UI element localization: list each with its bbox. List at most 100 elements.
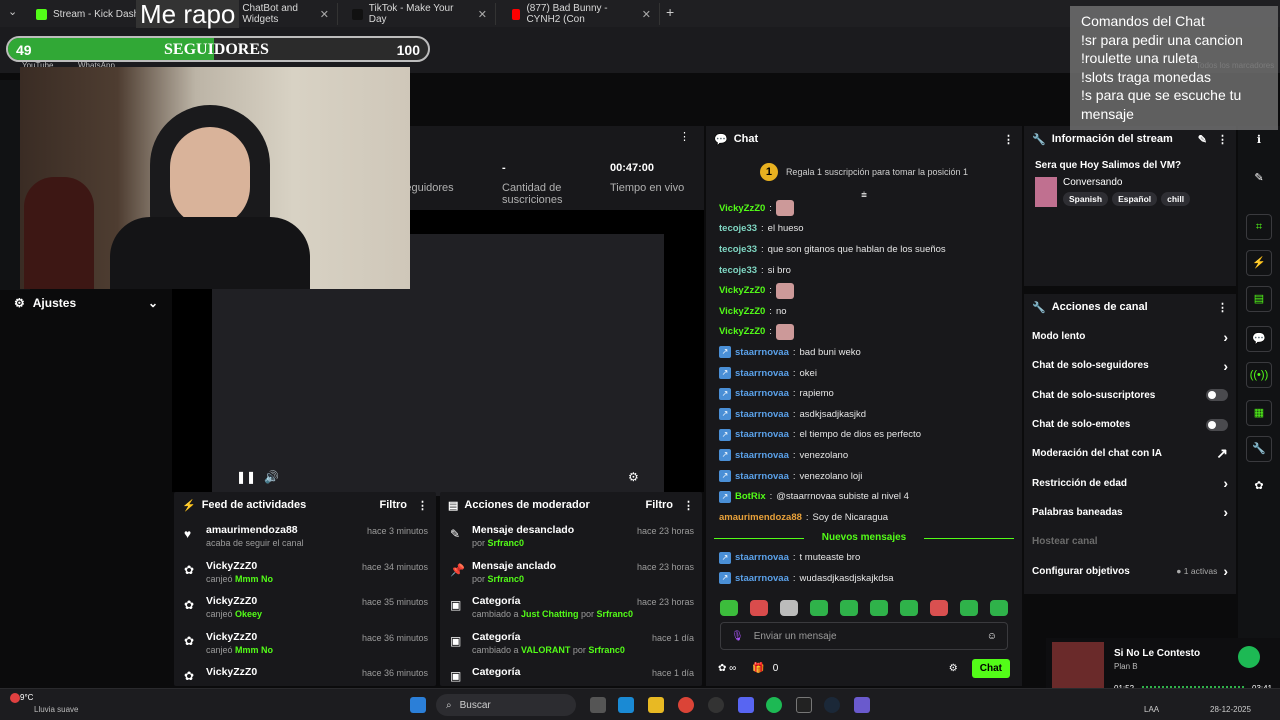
chat-message[interactable]: tecoje33: el hueso xyxy=(706,219,1022,240)
feed-row[interactable]: ♥ amaurimendoza88 acaba de seguir el canal… xyxy=(174,518,436,554)
channel-action-row[interactable]: Chat de solo-seguidores › xyxy=(1024,351,1236,380)
feed-filter-button[interactable]: Filtro xyxy=(380,499,408,511)
new-tab-icon[interactable]: + xyxy=(666,4,674,20)
gift-icon[interactable]: 🎁 xyxy=(752,663,764,674)
chat-username[interactable]: staarrnovaa xyxy=(735,368,789,379)
close-icon[interactable]: ✕ xyxy=(478,8,487,21)
chat-settings-icon[interactable]: ⚙ xyxy=(949,663,958,674)
file-explorer-icon[interactable] xyxy=(590,697,606,713)
chat-message[interactable]: VickyZzZ0: xyxy=(706,280,1022,301)
chat-bubble-icon[interactable]: 💬 xyxy=(1246,326,1272,352)
chat-message[interactable]: VickyZzZ0: no xyxy=(706,301,1022,322)
channel-action-row[interactable]: Chat de solo-emotes xyxy=(1024,410,1236,439)
emote-button[interactable] xyxy=(780,600,798,616)
chat-message[interactable]: ↗ staarrnovaa: bad buni weko xyxy=(706,342,1022,363)
chat-username[interactable]: tecoje33 xyxy=(719,223,757,234)
more-icon[interactable]: ⋮ xyxy=(1217,301,1228,314)
layout-icon[interactable]: ▦ xyxy=(1246,400,1272,426)
chat-username[interactable]: staarrnovaa xyxy=(735,429,789,440)
mod-action-value[interactable]: Srfranc0 xyxy=(488,538,525,548)
chat-username[interactable]: staarrnovaa xyxy=(735,573,789,584)
chat-message[interactable]: ↗ staarrnovaa: venezolano xyxy=(706,445,1022,466)
emote-button[interactable] xyxy=(990,600,1008,616)
chat-username[interactable]: staarrnovaa xyxy=(735,347,789,358)
channel-action-row[interactable]: Modo lento › xyxy=(1024,322,1236,351)
mod-action-row[interactable]: 📌 Mensaje anclado por Srfranc0 hace 23 hora… xyxy=(440,554,702,590)
channel-action-row[interactable]: Configurar objetivos ● 1 activas › xyxy=(1024,556,1236,585)
chat-message[interactable]: ↗ staarrnovaa: t muteaste bro xyxy=(706,548,1022,569)
volume-icon[interactable]: 🔊 xyxy=(264,470,279,484)
more-icon[interactable]: ⋮ xyxy=(1217,133,1228,146)
toggle-switch[interactable] xyxy=(1206,418,1228,431)
edge-icon[interactable] xyxy=(618,697,634,713)
emote-button[interactable] xyxy=(870,600,888,616)
input-language[interactable]: LAA xyxy=(1144,705,1159,714)
mic-icon[interactable]: 🎙 xyxy=(731,631,744,642)
tag-chip[interactable]: Spanish xyxy=(1063,192,1109,206)
sidebar-item-settings[interactable]: ⚙ Ajustes ⌄ xyxy=(0,290,172,316)
spotify-icon[interactable] xyxy=(766,697,782,713)
discord-icon[interactable] xyxy=(738,697,754,713)
chat-message[interactable]: ↗ BotRix: @staarrnovaa subiste al nivel 4 xyxy=(706,486,1022,507)
tool-icon[interactable]: 🔧 xyxy=(1246,436,1272,462)
points-icon[interactable]: ✿ xyxy=(1246,474,1272,500)
edit-icon[interactable]: ✎ xyxy=(1198,133,1207,146)
clipboard-icon[interactable]: ▤ xyxy=(1246,286,1272,312)
close-icon[interactable]: ✕ xyxy=(320,8,329,21)
toggle-switch[interactable] xyxy=(1206,389,1228,402)
browser-tab[interactable]: TikTok - Make Your Day ✕ xyxy=(344,3,496,25)
chat-message[interactable]: ↗ staarrnovaa: asdkjsadjkasjkd xyxy=(706,404,1022,425)
pause-icon[interactable]: ❚❚ xyxy=(236,470,256,484)
epic-games-icon[interactable] xyxy=(796,697,812,713)
chat-username[interactable]: VickyZzZ0 xyxy=(719,285,765,296)
feed-row[interactable]: ✿ VickyZzZ0 canjeó Okeey hace 35 minutos xyxy=(174,589,436,625)
chat-username[interactable]: BotRix xyxy=(735,491,766,502)
chat-username[interactable]: tecoje33 xyxy=(719,244,757,255)
mod-action-value[interactable]: VALORANT xyxy=(521,645,570,655)
mod-filter-button[interactable]: Filtro xyxy=(646,499,674,511)
chat-username[interactable]: VickyZzZ0 xyxy=(719,326,765,337)
more-icon[interactable]: ⋮ xyxy=(683,499,694,512)
channel-action-row[interactable]: Palabras baneadas › xyxy=(1024,498,1236,527)
pencil-icon[interactable]: ✎ xyxy=(1246,166,1272,192)
chat-username[interactable]: staarrnovaa xyxy=(735,450,789,461)
more-icon[interactable]: ⋮ xyxy=(417,499,428,512)
chat-message[interactable]: amaurimendoza88: Soy de Nicaragua xyxy=(706,507,1022,528)
feed-row[interactable]: ✿ VickyZzZ0 canjeó Mmm No hace 36 minutos xyxy=(174,625,436,661)
obs-icon[interactable] xyxy=(708,697,724,713)
broadcast-icon[interactable]: ((•)) xyxy=(1246,362,1272,388)
mod-action-value[interactable]: Just Chatting xyxy=(521,609,579,619)
chat-message[interactable]: ↗ staarrnovaa: rapiemo xyxy=(706,383,1022,404)
mod-action-row[interactable]: ▣ Categoría cambiado a Just Chatting por S… xyxy=(440,589,702,625)
emote-button[interactable] xyxy=(900,600,918,616)
chat-message[interactable]: VickyZzZ0: xyxy=(706,198,1022,219)
close-icon[interactable]: ✕ xyxy=(642,8,651,21)
mod-action-row[interactable]: ▣ Categoría cambiado a VALORANT por Srfran… xyxy=(440,625,702,661)
chat-username[interactable]: staarrnovaa xyxy=(735,552,789,563)
info-icon[interactable]: ℹ xyxy=(1246,128,1272,154)
emoji-icon[interactable]: ☺ xyxy=(987,631,997,642)
chat-username[interactable]: staarrnovaa xyxy=(735,471,789,482)
feed-row[interactable]: ✿ VickyZzZ0 canjeó Mmm No hace 34 minutos xyxy=(174,554,436,590)
chat-username[interactable]: VickyZzZ0 xyxy=(719,306,765,317)
browser-tab[interactable]: (877) Bad Bunny - CYNH2 (Con ✕ xyxy=(504,3,660,25)
windows-start-icon[interactable] xyxy=(410,697,426,713)
settings-icon[interactable]: ⚙ xyxy=(628,470,639,484)
chat-message[interactable]: ↗ staarrnovaa: venezolano loji xyxy=(706,466,1022,487)
chat-message[interactable]: VickyZzZ0: xyxy=(706,322,1022,343)
chat-message[interactable]: ↗ staarrnovaa: el tiempo de dios es perfec… xyxy=(706,425,1022,446)
bolt-icon[interactable]: ⚡ xyxy=(1246,250,1272,276)
steam-icon[interactable] xyxy=(824,697,840,713)
tag-chip[interactable]: chill xyxy=(1161,192,1191,206)
emote-button[interactable] xyxy=(960,600,978,616)
mod-action-actor[interactable]: Srfranc0 xyxy=(597,609,634,619)
channel-action-row[interactable]: Chat de solo-suscriptores xyxy=(1024,381,1236,410)
pinned-gift-banner[interactable]: 1 Regala 1 suscripción para tomar la pos… xyxy=(706,156,1022,188)
chat-username[interactable]: staarrnovaa xyxy=(735,388,789,399)
emote-button[interactable] xyxy=(930,600,948,616)
chat-username[interactable]: amaurimendoza88 xyxy=(719,512,802,523)
taskbar-date[interactable]: 28-12-2025 xyxy=(1210,705,1251,714)
mod-action-actor[interactable]: Srfranc0 xyxy=(588,645,625,655)
mod-action-row[interactable]: ✎ Mensaje desanclado por Srfranc0 hace 23 h… xyxy=(440,518,702,554)
mod-action-value[interactable]: Srfranc0 xyxy=(488,574,525,584)
